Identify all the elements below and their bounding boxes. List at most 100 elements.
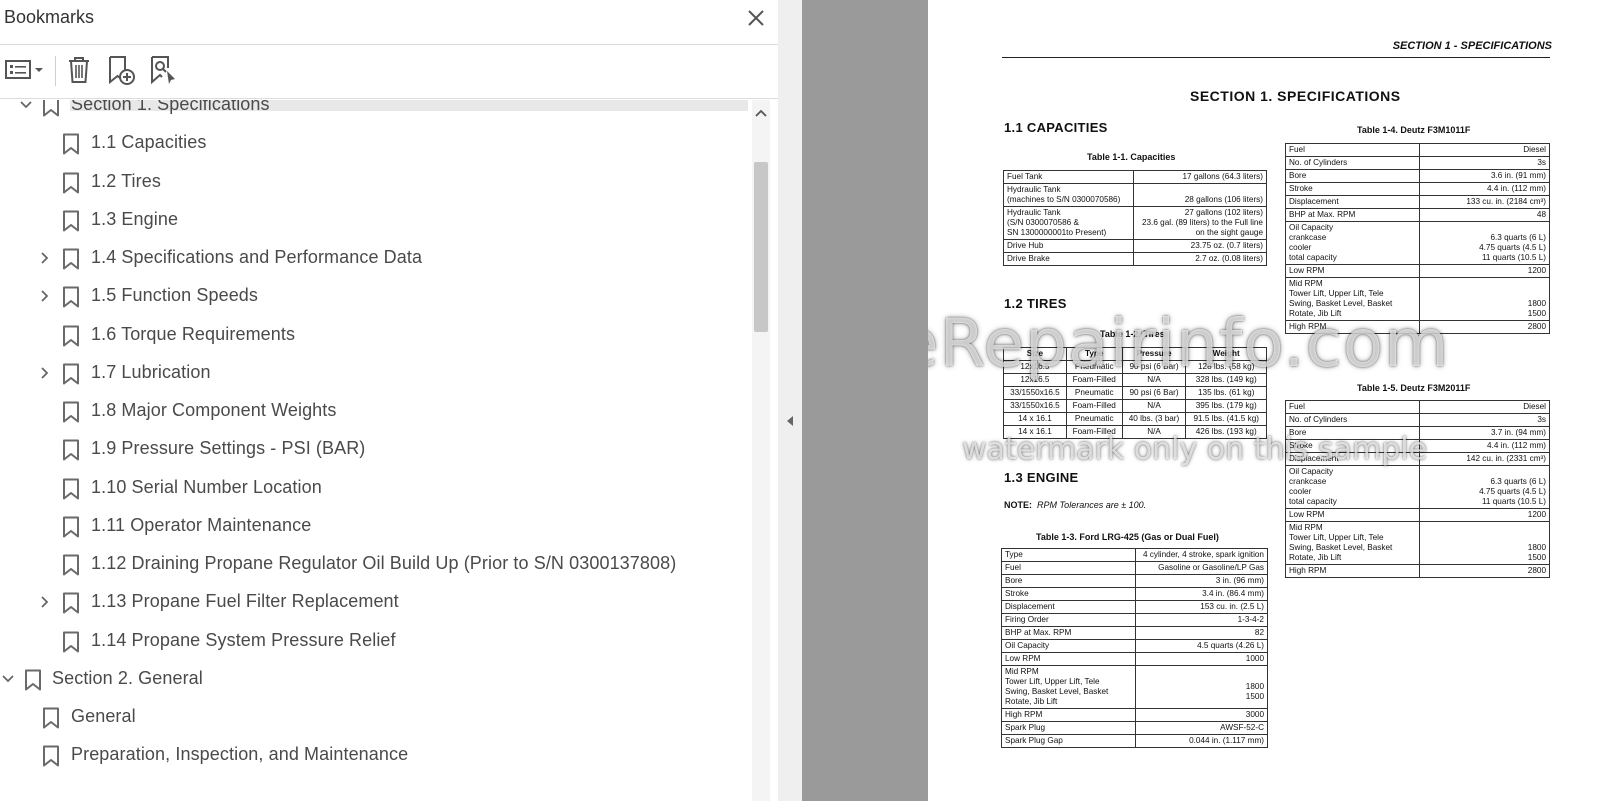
bookmark-item[interactable]: 1.6 Torque Requirements	[0, 316, 766, 354]
bookmark-item[interactable]: 1.11 Operator Maintenance	[0, 507, 766, 545]
find-bookmark-icon	[151, 56, 175, 85]
bookmark-item[interactable]: 1.1 Capacities	[0, 124, 766, 162]
bookmark-label: General	[71, 706, 136, 726]
table-cell-label: Bore	[1285, 169, 1420, 183]
table-row: Drive Brake 2.7 oz. (0.08 liters)	[1003, 252, 1267, 266]
table-cell-value: 1-3-4-2	[1135, 613, 1268, 627]
table-row: No. of Cylinders 3s	[1285, 413, 1550, 427]
scrollbar-thumb[interactable]	[754, 162, 768, 332]
bookmarks-panel-title: Bookmarks	[4, 7, 95, 27]
watermark: eRepairinfo.com	[928, 305, 1450, 382]
table-cell-label: Hydraulic Tank (S/N 0300070586 & SN 1300…	[1003, 206, 1134, 240]
bookmark-label: 1.2 Tires	[91, 170, 161, 191]
close-panel-button[interactable]	[744, 6, 768, 30]
table-row: Displacement 153 cu. in. (2.5 L)	[1001, 600, 1268, 614]
table-cell: Pneumatic	[1065, 386, 1123, 400]
bookmark-item[interactable]: 1.2 Tires	[0, 163, 766, 201]
table-row: Stroke 4.4 in. (112 mm)	[1285, 182, 1550, 196]
bookmark-icon	[63, 439, 79, 461]
bookmark-item[interactable]: 1.3 Engine	[0, 201, 766, 239]
capacities-table: Fuel Tank 17 gallons (64.3 liters) Hydraul…	[1003, 170, 1267, 266]
new-bookmark-button[interactable]	[104, 52, 138, 88]
heading-engine: 1.3 ENGINE	[1004, 470, 1079, 485]
bookmark-item[interactable]: 1.5 Function Speeds	[0, 277, 766, 315]
bookmark-item[interactable]: 1.13 Propane Fuel Filter Replacement	[0, 583, 766, 621]
chevron-right-icon[interactable]	[37, 594, 53, 610]
chevron-right-icon[interactable]	[37, 250, 53, 266]
bookmark-item[interactable]: 1.9 Pressure Settings - PSI (BAR)	[0, 430, 766, 468]
bookmark-item[interactable]: 1.7 Lubrication	[0, 354, 766, 392]
bookmark-icon	[63, 210, 79, 232]
scroll-up-arrow-icon[interactable]	[752, 106, 770, 120]
chevron-right-icon[interactable]	[37, 288, 53, 304]
bookmark-item[interactable]: 1.8 Major Component Weights	[0, 392, 766, 430]
header-rule	[1002, 57, 1550, 58]
bookmark-label: 1.11 Operator Maintenance	[91, 514, 312, 535]
table-cell-value: 1800 1500	[1419, 521, 1550, 565]
find-bookmark-button[interactable]	[146, 52, 180, 88]
close-icon	[748, 10, 764, 26]
table-cell-label: Displacement	[1285, 195, 1420, 209]
bookmarks-scrollbar[interactable]	[752, 100, 770, 801]
table-cell-value: 153 cu. in. (2.5 L)	[1135, 600, 1268, 614]
bookmark-item[interactable]: Section 2. General	[0, 660, 766, 698]
bookmarks-toolbar	[0, 50, 778, 94]
bookmarks-tree: Section 1. Specifications 1.1 Capacities 1…	[0, 100, 766, 801]
table-cell-value: Diesel	[1419, 400, 1550, 414]
bookmark-label: 1.4 Specifications and Performance Data	[91, 247, 423, 267]
bookmark-label: 1.1 Capacities	[91, 132, 207, 153]
table-cell: 90 psi (6 Bar)	[1121, 386, 1187, 400]
table-1-4-caption: Table 1-4. Deutz F3M1011F	[1357, 125, 1471, 135]
table-row: 14 x 16.1 Pneumatic 40 lbs. (3 bar) 91.5 lb…	[1003, 412, 1267, 426]
chevron-down-icon[interactable]	[0, 671, 16, 687]
bookmark-icon	[63, 286, 79, 308]
new-bookmark-icon	[109, 56, 135, 85]
table-row: Fuel Tank 17 gallons (64.3 liters)	[1003, 170, 1267, 184]
bookmark-icon	[63, 248, 79, 270]
panel-splitter[interactable]	[778, 0, 802, 801]
table-cell: Pneumatic	[1065, 412, 1123, 426]
table-cell-value: 1200	[1419, 508, 1550, 522]
rpm-note: NOTE: RPM Tolerances are ± 100.	[1004, 500, 1147, 510]
table-cell-value: 0.044 in. (1.117 mm)	[1135, 734, 1268, 748]
chevron-right-icon[interactable]	[37, 365, 53, 381]
bookmark-label: 1.8 Major Component Weights	[91, 400, 337, 420]
table-cell-label: Firing Order	[1001, 613, 1136, 627]
table-row: Firing Order 1-3-4-2	[1001, 613, 1268, 627]
bookmark-item[interactable]: 1.10 Serial Number Location	[0, 469, 766, 507]
bookmark-label: 1.6 Torque Requirements	[91, 323, 296, 344]
table-cell-value: 3000	[1135, 708, 1268, 722]
table-cell-value: 28 gallons (106 liters)	[1133, 183, 1267, 207]
bookmarks-panel: Bookmarks Section 1. Specifications 1.1 …	[0, 0, 778, 801]
table-cell-label: High RPM	[1285, 564, 1420, 578]
table-1-3-caption: Table 1-3. Ford LRG-425 (Gas or Dual Fue…	[1036, 532, 1219, 542]
table-cell-label: Drive Brake	[1003, 252, 1134, 266]
bookmark-icon	[43, 100, 59, 117]
bookmark-item[interactable]: 1.4 Specifications and Performance Data	[0, 239, 766, 277]
bookmark-item[interactable]: General	[0, 698, 766, 736]
table-cell: N/A	[1121, 399, 1187, 413]
table-cell-value: 3s	[1419, 156, 1550, 170]
bookmark-item[interactable]: 1.14 Propane System Pressure Relief	[0, 622, 766, 660]
table-cell-label: Stroke	[1001, 587, 1136, 601]
table-cell-value: 2800	[1419, 564, 1550, 578]
bookmark-item[interactable]: Preparation, Inspection, and Maintenance	[0, 736, 766, 774]
bookmark-item[interactable]: 1.12 Draining Propane Regulator Oil Buil…	[0, 545, 766, 583]
bookmark-icon	[63, 172, 79, 193]
table-cell-label: Mid RPM Tower Lift, Upper Lift, Tele Swi…	[1001, 665, 1136, 709]
delete-bookmark-button[interactable]	[62, 52, 96, 88]
table-cell-label: Spark Plug Gap	[1001, 734, 1136, 748]
table-cell: 33/1550x16.5	[1003, 386, 1067, 400]
table-row: Fuel Diesel	[1285, 400, 1550, 414]
table-cell-value: 27 gallons (102 liters) 23.6 gal. (89 li…	[1133, 206, 1267, 240]
table-row: Spark Plug Gap 0.044 in. (1.117 mm)	[1001, 734, 1268, 748]
chevron-down-icon[interactable]	[18, 100, 34, 113]
table-cell-label: Stroke	[1285, 182, 1420, 196]
table-row: Type 4 cylinder, 4 stroke, spark ignition	[1001, 548, 1268, 562]
collapse-panel-arrow-icon[interactable]	[783, 413, 797, 429]
bookmark-label: 1.14 Propane System Pressure Relief	[91, 629, 396, 650]
bookmark-item[interactable]: Section 1. Specifications	[0, 100, 766, 124]
options-menu-button[interactable]	[2, 52, 48, 88]
table-cell-value: 4.4 in. (112 mm)	[1419, 439, 1550, 453]
table-cell-value: 3.7 in. (94 mm)	[1419, 426, 1550, 440]
